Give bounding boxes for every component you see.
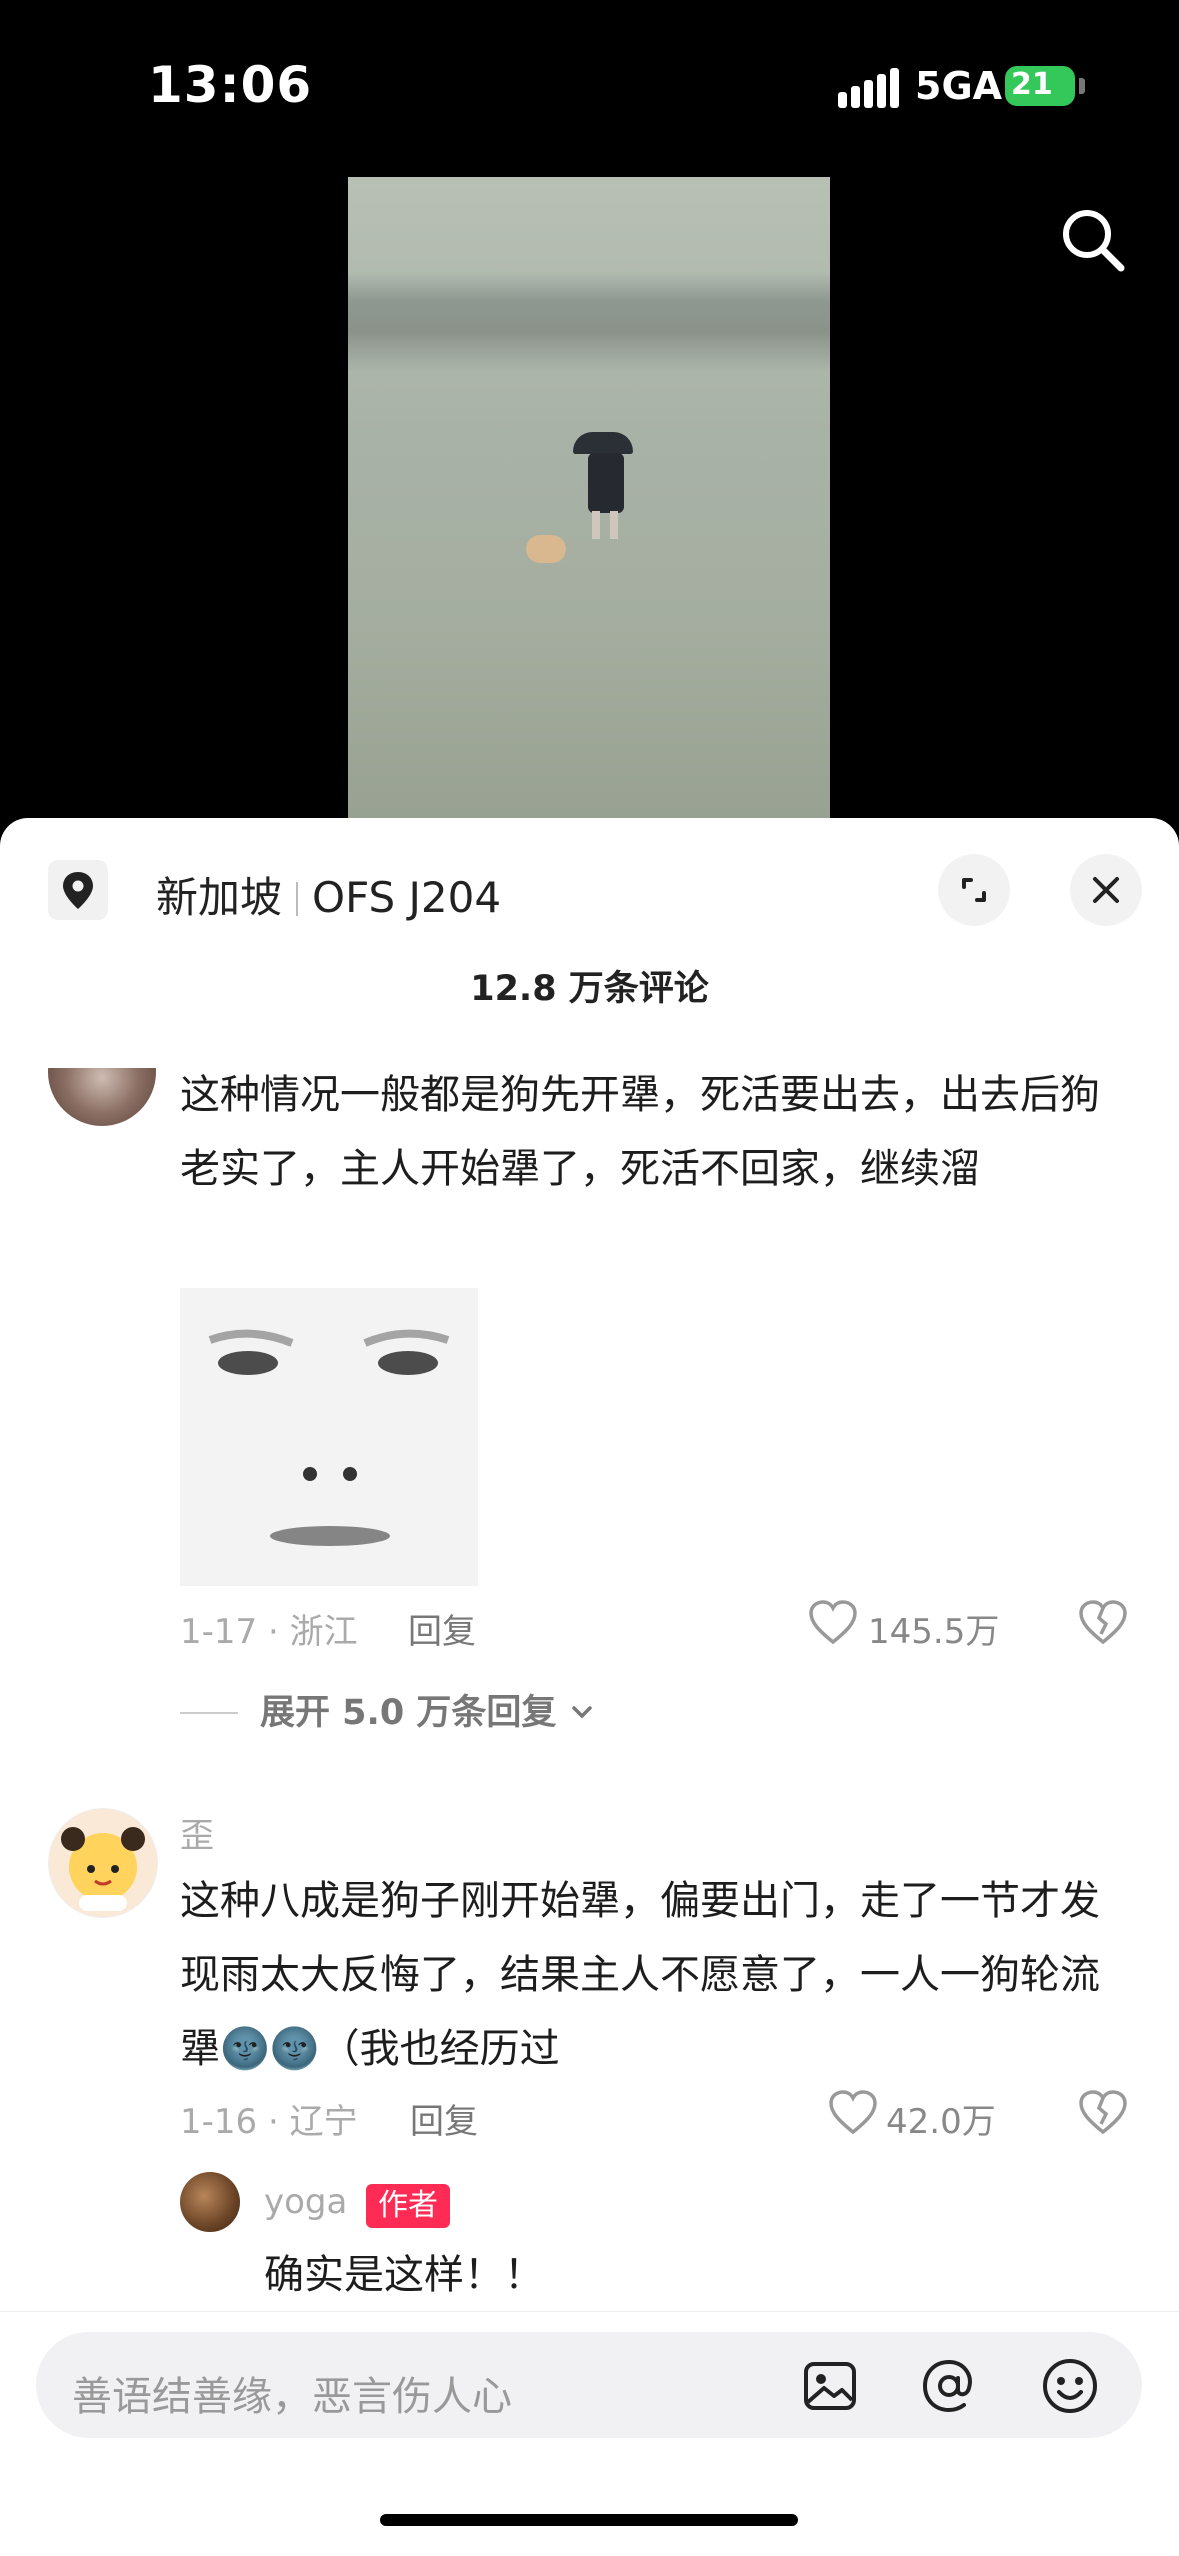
- comments-count-title: 12.8 万条评论: [470, 969, 709, 1009]
- dislike-icon[interactable]: [1078, 2090, 1128, 2136]
- status-bar: 13:06 5GA 21: [0, 0, 1179, 150]
- home-indicator: [380, 2514, 798, 2526]
- status-time: 13:06: [148, 56, 313, 114]
- comment-input-bar: 善语结善缘，恶言伤人心: [0, 2311, 1179, 2556]
- at-icon[interactable]: [917, 2354, 981, 2418]
- battery-cap: [1079, 78, 1085, 94]
- person: [588, 453, 624, 513]
- face-sticker-image: [180, 1288, 478, 1586]
- comment-meta: 1-17 · 浙江: [180, 1612, 358, 1652]
- video-preview[interactable]: [348, 177, 830, 819]
- comment-input-placeholder: 善语结善缘，恶言伤人心: [72, 2374, 512, 2420]
- comment-meta: 1-16 · 辽宁: [180, 2102, 358, 2142]
- location-city: 新加坡: [156, 873, 283, 922]
- location-divider: [296, 882, 299, 916]
- author-badge: 作者: [366, 2184, 450, 2228]
- reply-button[interactable]: 回复: [408, 1604, 476, 1653]
- comment-text: 这种情况一般都是狗先开犟，死活要出去，出去后狗老实了，主人开始犟了，死活不回家，…: [180, 1072, 1100, 1192]
- comment-username[interactable]: 歪: [180, 1808, 214, 1857]
- expand-icon: [962, 878, 986, 902]
- heart-icon[interactable]: [828, 2090, 878, 2136]
- emoji-icon[interactable]: [1038, 2354, 1102, 2418]
- like-count: 42.0万: [886, 2102, 996, 2142]
- dislike-icon[interactable]: [1078, 1600, 1128, 1646]
- chevron-down-icon: [571, 1706, 592, 1719]
- close-button[interactable]: [1070, 854, 1142, 926]
- battery-level: 21: [1011, 67, 1053, 102]
- location-label[interactable]: 新加坡 OFS J204: [156, 864, 501, 925]
- network-label: 5GA: [915, 64, 1003, 108]
- reply-username[interactable]: yoga: [264, 2182, 347, 2222]
- reply-text: 确实是这样！！: [264, 2252, 544, 2298]
- comment-sheet: 新加坡 OFS J204 12.8 万条评论 这种情况一般都是狗先开犟，死活要出去…: [0, 818, 1179, 2556]
- avatar[interactable]: [48, 1068, 156, 1126]
- comment-text: 这种八成是狗子刚开始犟，偏要出门，走了一节才发现雨太大反悔了，结果主人不愿意了，…: [180, 1878, 1100, 2072]
- image-icon[interactable]: [798, 2354, 862, 2418]
- dog: [526, 535, 566, 563]
- avatar-cartoon-image: [61, 1827, 145, 1911]
- comment-sticker[interactable]: [180, 1288, 478, 1586]
- avatar[interactable]: [48, 1808, 158, 1918]
- search-button[interactable]: [1058, 205, 1128, 275]
- search-icon: [1063, 210, 1125, 272]
- reply-button[interactable]: 回复: [410, 2094, 478, 2143]
- avatar[interactable]: [180, 2172, 240, 2232]
- umbrella: [573, 432, 633, 454]
- location-button[interactable]: [48, 860, 108, 920]
- close-icon: [1093, 877, 1119, 903]
- heart-icon[interactable]: [808, 1600, 858, 1646]
- signal-icon: [838, 68, 899, 108]
- blurred-region: [348, 272, 830, 372]
- location-place: OFS J204: [312, 873, 502, 922]
- location-pin-icon: [63, 872, 93, 909]
- like-count: 145.5万: [868, 1612, 1000, 1652]
- expand-button[interactable]: [938, 854, 1010, 926]
- expand-replies-button[interactable]: 展开 5.0 万条回复: [180, 1684, 595, 1735]
